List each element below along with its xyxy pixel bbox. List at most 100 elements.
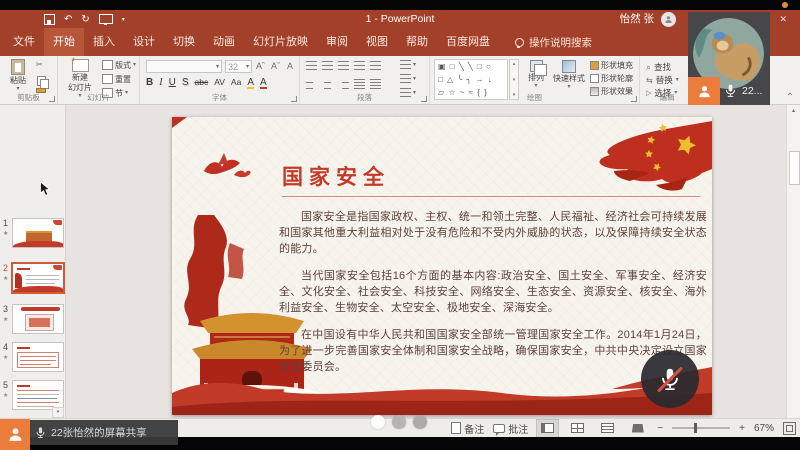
thumb-decor xyxy=(53,220,62,225)
justify-icon[interactable] xyxy=(354,79,365,89)
strikethrough-button[interactable]: abc xyxy=(194,77,208,88)
shape-outline-button[interactable]: 形状轮廓 xyxy=(590,74,633,83)
align-left-icon[interactable] xyxy=(306,79,317,89)
tab-baidu-netdisk[interactable]: 百度网盘 xyxy=(437,28,499,56)
tab-file[interactable]: 文件 xyxy=(4,28,44,56)
slide-thumbnail-4[interactable] xyxy=(12,342,64,372)
line-spacing-icon[interactable] xyxy=(370,61,381,70)
tab-slideshow[interactable]: 幻灯片放映 xyxy=(244,28,317,56)
decrease-indent-icon[interactable] xyxy=(338,61,349,70)
zoom-slider[interactable] xyxy=(672,427,730,429)
align-text-button[interactable]: ▾ xyxy=(400,74,416,83)
slide-thumbnail-2-selected[interactable] xyxy=(11,262,65,294)
highlight-color-button[interactable]: A xyxy=(247,77,254,88)
numbering-icon[interactable] xyxy=(322,61,333,70)
zoom-level[interactable]: 67% xyxy=(754,423,774,434)
reset-button[interactable]: 重置 xyxy=(102,74,131,84)
normal-view-button[interactable] xyxy=(537,420,558,437)
font-color-button[interactable]: A xyxy=(260,77,267,88)
copy-icon[interactable] xyxy=(37,76,46,86)
text-direction-button[interactable]: ▾ xyxy=(400,60,416,69)
tab-home[interactable]: 开始 xyxy=(44,28,84,56)
corner-brush-decor xyxy=(172,117,187,128)
gallery-up-icon[interactable]: ▴ xyxy=(513,61,516,67)
vertical-scrollbar[interactable]: ▴ xyxy=(786,105,800,418)
zoom-slider-thumb[interactable] xyxy=(694,423,697,433)
find-button[interactable]: ⌕ 查找 xyxy=(646,61,671,73)
cut-icon[interactable]: ✂ xyxy=(36,60,43,69)
slide-thumbnail-5[interactable] xyxy=(12,380,64,410)
tell-me-search[interactable]: 操作说明搜索 xyxy=(515,28,592,56)
bold-button[interactable]: B xyxy=(146,77,153,88)
scroll-up-icon[interactable]: ▴ xyxy=(787,107,800,114)
tab-view[interactable]: 视图 xyxy=(357,28,397,56)
account-avatar[interactable] xyxy=(661,12,676,27)
grow-font-icon[interactable]: Aˆ xyxy=(256,62,265,71)
text-shadow-button[interactable]: S xyxy=(182,77,189,88)
redo-icon[interactable]: ↻ xyxy=(81,14,89,25)
screen-share-banner: 22张怡然的屏幕共享 xyxy=(30,420,178,445)
overlay-dot-3[interactable] xyxy=(413,415,427,429)
thumbnail-scroll-down-icon[interactable]: ▾ xyxy=(52,407,64,418)
font-format-row: B I U S abc AV Aa A A xyxy=(146,77,267,88)
slide-thumbnail-1[interactable] xyxy=(12,218,64,248)
zoom-in-button[interactable]: + xyxy=(739,423,745,434)
qat-customize-icon[interactable]: ▾ xyxy=(122,16,125,23)
align-right-icon[interactable] xyxy=(338,79,349,89)
scrollbar-thumb[interactable] xyxy=(789,151,800,185)
quick-styles-button[interactable]: 快速样式 ▾ xyxy=(552,60,586,90)
columns-icon[interactable] xyxy=(370,79,381,89)
shape-fill-button[interactable]: 形状填充 xyxy=(590,61,633,70)
collapse-ribbon-icon[interactable]: ⌃ xyxy=(783,92,797,104)
font-size-combo[interactable]: 32▾ xyxy=(225,60,252,73)
clear-formatting-icon[interactable]: A xyxy=(287,62,293,71)
increase-indent-icon[interactable] xyxy=(354,61,365,70)
start-slideshow-icon[interactable] xyxy=(99,14,113,24)
change-case-button[interactable]: Aa xyxy=(231,77,241,88)
tab-insert[interactable]: 插入 xyxy=(84,28,124,56)
reading-view-button[interactable] xyxy=(597,420,618,437)
tab-design[interactable]: 设计 xyxy=(124,28,164,56)
arrange-button[interactable]: 排列 ▾ xyxy=(523,60,549,89)
thumb-decor xyxy=(20,356,56,357)
clipboard-dialog-launcher[interactable] xyxy=(49,96,55,102)
tab-help[interactable]: 帮助 xyxy=(397,28,437,56)
comments-toggle[interactable]: 批注 xyxy=(493,421,528,436)
f it-slide-to-window-icon[interactable] xyxy=(783,422,796,435)
slide-sorter-icon xyxy=(571,423,584,433)
character-spacing-button[interactable]: AV xyxy=(214,77,225,88)
gallery-down-icon[interactable]: ▾ xyxy=(513,77,516,83)
save-icon[interactable] xyxy=(44,14,55,25)
overlay-dot-1[interactable] xyxy=(371,415,385,429)
layout-button[interactable]: 版式 ▾ xyxy=(102,60,136,70)
account-name[interactable]: 怡然 张 xyxy=(620,10,654,28)
paste-button[interactable]: 粘贴 ▾ xyxy=(6,59,30,92)
zoom-out-button[interactable]: − xyxy=(657,423,663,434)
mute-button[interactable] xyxy=(641,350,699,408)
shrink-font-icon[interactable]: Aˇ xyxy=(271,62,280,71)
animation-star-icon: ★ xyxy=(3,230,8,237)
slide-sorter-view-button[interactable] xyxy=(567,420,588,437)
current-slide[interactable]: 国家安全 国家安全是指国家政权、主权、统一和领土完整、人民福祉、经济社会可持续发… xyxy=(172,117,712,415)
thumb-decor xyxy=(26,275,59,276)
font-name-combo[interactable]: ▾ xyxy=(146,60,222,73)
slide-thumbnail-3[interactable] xyxy=(12,304,64,334)
paragraph-dialog-launcher[interactable] xyxy=(421,96,427,102)
tab-transitions[interactable]: 切换 xyxy=(164,28,204,56)
tab-review[interactable]: 审阅 xyxy=(317,28,357,56)
underline-button[interactable]: U xyxy=(169,77,176,88)
align-center-icon[interactable] xyxy=(322,79,333,89)
slideshow-view-button[interactable] xyxy=(627,420,648,437)
participant-video-panel[interactable]: 22... xyxy=(688,12,770,105)
close-icon[interactable]: ✕ xyxy=(779,10,787,28)
undo-icon[interactable]: ↶ xyxy=(64,14,72,25)
group-clipboard: 粘贴 ▾ ✂ 剪贴板 xyxy=(0,56,58,104)
font-dialog-launcher[interactable] xyxy=(291,96,297,102)
drawing-dialog-launcher[interactable] xyxy=(631,96,637,102)
notes-toggle[interactable]: 备注 xyxy=(451,421,484,436)
bullets-icon[interactable] xyxy=(306,61,317,70)
overlay-dot-2[interactable] xyxy=(392,415,406,429)
italic-button[interactable]: I xyxy=(159,77,162,88)
tab-animations[interactable]: 动画 xyxy=(204,28,244,56)
replace-button[interactable]: ⇆ 替换 ▾ xyxy=(646,74,679,86)
